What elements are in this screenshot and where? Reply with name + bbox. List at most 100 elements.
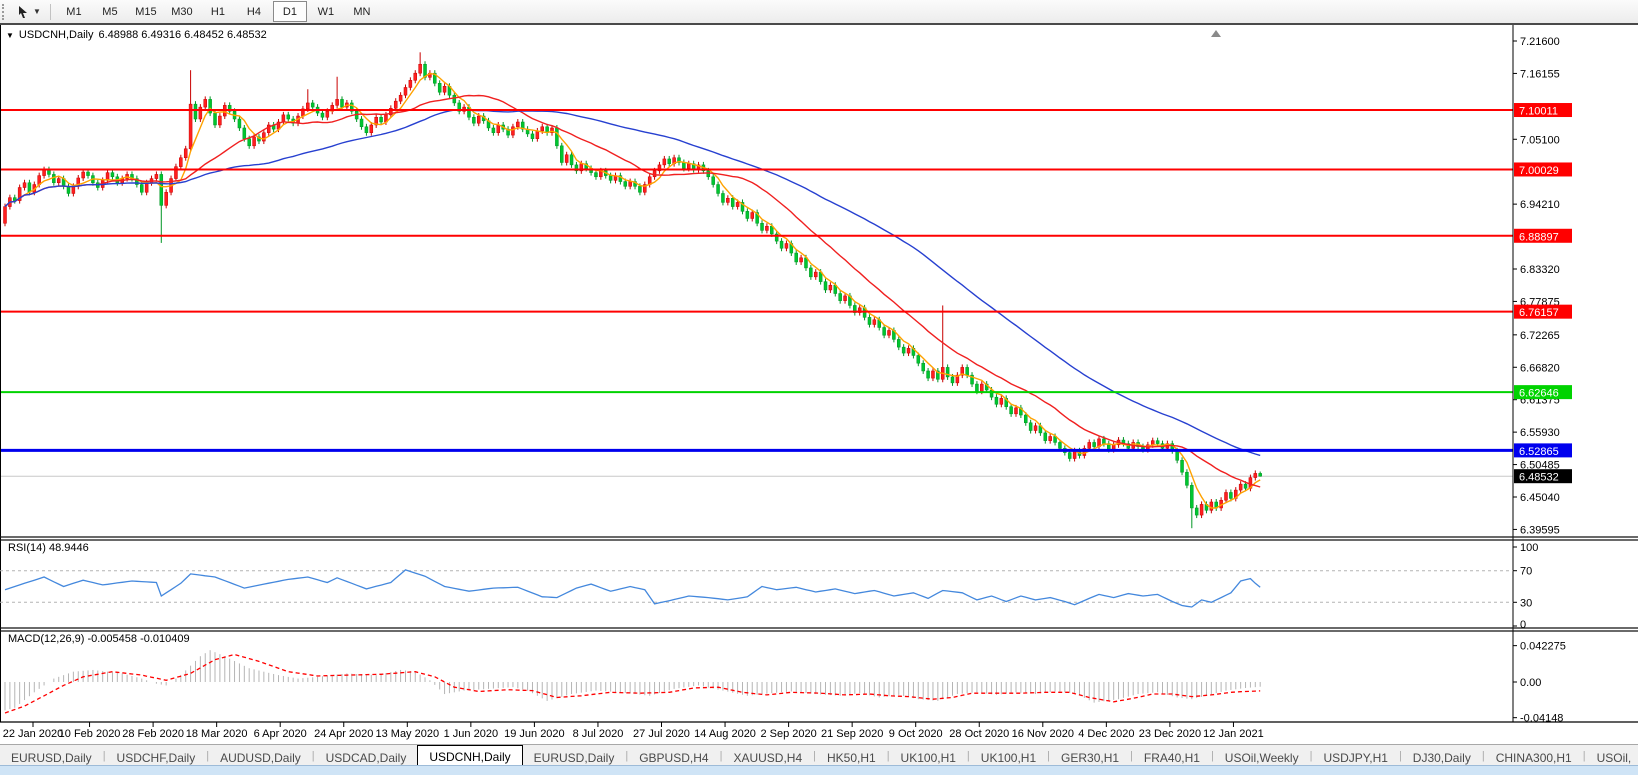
candle-body xyxy=(1102,439,1105,444)
candlestick xyxy=(995,394,998,407)
tab-dj30-daily[interactable]: DJ30,Daily xyxy=(1402,748,1482,766)
candlestick xyxy=(507,126,510,138)
timeframe-button-m15[interactable]: M15 xyxy=(129,1,163,22)
candlestick xyxy=(956,372,959,386)
candlestick xyxy=(179,155,182,170)
tab-eurusd-daily[interactable]: EURUSD,Daily xyxy=(0,748,103,766)
candle-body xyxy=(1049,436,1052,440)
candle-body xyxy=(1229,492,1232,498)
candle-body xyxy=(707,171,710,177)
timeframe-button-m30[interactable]: M30 xyxy=(165,1,199,22)
hline-price-tag-label: 6.76157 xyxy=(1519,307,1559,319)
tab-fra40-h1[interactable]: FRA40,H1 xyxy=(1133,748,1211,766)
candlestick xyxy=(643,182,646,196)
date-label: 28 Oct 2020 xyxy=(949,728,1009,740)
candlestick xyxy=(931,368,934,381)
date-label: 10 Feb 2020 xyxy=(59,728,121,740)
candle-body xyxy=(1034,426,1037,431)
ma-fast-line xyxy=(5,74,1260,508)
tab-hk50-h1[interactable]: HK50,H1 xyxy=(816,748,887,766)
candle-body xyxy=(917,355,920,363)
candle-body xyxy=(682,163,685,169)
timeframe-buttons: M1M5M15M30H1H4D1W1MN xyxy=(56,1,380,22)
tab-usoil-[interactable]: USOil, xyxy=(1586,748,1638,766)
candlestick xyxy=(375,114,378,128)
hline-price-tag-label: 6.62646 xyxy=(1519,388,1559,400)
tab-usdcnh-daily[interactable]: USDCNH,Daily xyxy=(417,745,522,766)
candles-layer xyxy=(4,52,1262,528)
candlestick xyxy=(443,83,446,95)
candle-body xyxy=(336,99,339,105)
candle-body xyxy=(536,131,539,139)
candlestick xyxy=(311,100,314,110)
tab-uk100-h1[interactable]: UK100,H1 xyxy=(890,748,967,766)
candle-body xyxy=(541,127,544,131)
candlestick xyxy=(1225,489,1228,503)
candle-body xyxy=(829,285,832,290)
tab-usdchf-daily[interactable]: USDCHF,Daily xyxy=(106,748,207,766)
candlestick xyxy=(614,173,617,184)
date-label: 16 Nov 2020 xyxy=(1012,728,1074,740)
tab-usdjpy-h1[interactable]: USDJPY,H1 xyxy=(1312,748,1398,766)
candlestick xyxy=(868,314,871,327)
candle-body xyxy=(990,390,993,397)
candle-body xyxy=(1210,502,1213,510)
candle-body xyxy=(453,95,456,103)
candlestick xyxy=(761,220,764,233)
candlestick xyxy=(526,126,529,137)
timeframe-button-m5[interactable]: M5 xyxy=(93,1,127,22)
candlestick xyxy=(1010,404,1013,417)
tab-gbpusd-h4[interactable]: GBPUSD,H4 xyxy=(628,748,719,766)
candle-body xyxy=(282,115,285,122)
chart-ohlc-values: 6.48988 6.49316 6.48452 6.48532 xyxy=(98,29,266,41)
timeframe-button-h1[interactable]: H1 xyxy=(201,1,235,22)
tab-xauusd-h4[interactable]: XAUUSD,H4 xyxy=(722,748,813,766)
candlestick xyxy=(511,124,514,138)
candle-body xyxy=(262,133,265,141)
chevron-down-icon[interactable]: ▼ xyxy=(33,7,45,16)
candlestick xyxy=(47,167,50,178)
timeframe-button-w1[interactable]: W1 xyxy=(309,1,343,22)
candle-body xyxy=(1244,484,1247,488)
candle-body xyxy=(184,149,187,158)
candlestick xyxy=(414,70,417,83)
timeframe-button-h4[interactable]: H4 xyxy=(237,1,271,22)
price-axis-label: 6.45040 xyxy=(1520,492,1560,504)
candlestick xyxy=(194,101,197,122)
chart-symbol: USDCNH,Daily xyxy=(19,29,94,41)
candlestick xyxy=(1034,423,1037,434)
timeframe-button-m1[interactable]: M1 xyxy=(57,1,91,22)
candlestick xyxy=(409,77,412,90)
candle-body xyxy=(1200,504,1203,515)
candlestick xyxy=(428,70,431,80)
candlestick xyxy=(1185,469,1188,488)
candlestick xyxy=(1083,445,1086,458)
candle-body xyxy=(370,125,373,133)
candlestick xyxy=(350,100,353,114)
timeframe-button-mn[interactable]: MN xyxy=(345,1,379,22)
candlestick xyxy=(23,180,26,191)
ma-mid-line xyxy=(5,96,1260,488)
tab-eurusd-daily[interactable]: EURUSD,Daily xyxy=(523,748,626,766)
candlestick xyxy=(575,162,578,174)
tab-audusd-daily[interactable]: AUDUSD,Daily xyxy=(209,748,312,766)
candlestick xyxy=(668,156,671,167)
candle-body xyxy=(609,176,612,181)
candle-body xyxy=(253,137,256,146)
chart-cursor-icon[interactable] xyxy=(13,3,33,21)
tab-uk100-h1[interactable]: UK100,H1 xyxy=(970,748,1047,766)
chevron-down-icon[interactable]: ▼ xyxy=(6,31,14,40)
toolbar-grip[interactable] xyxy=(2,4,9,20)
chart-shift-marker[interactable] xyxy=(1211,30,1221,37)
candlestick xyxy=(282,112,285,125)
tab-usdcad-daily[interactable]: USDCAD,Daily xyxy=(315,748,418,766)
price-axis-label: 7.21600 xyxy=(1520,36,1560,48)
timeframe-button-d1[interactable]: D1 xyxy=(273,1,307,22)
date-label: 14 Aug 2020 xyxy=(694,728,756,740)
candle-body xyxy=(888,330,891,335)
tab-china300-h1[interactable]: CHINA300,H1 xyxy=(1485,748,1583,766)
date-label: 2 Sep 2020 xyxy=(760,728,816,740)
tab-ger30-h1[interactable]: GER30,H1 xyxy=(1050,748,1130,766)
date-label: 1 Jun 2020 xyxy=(444,728,498,740)
tab-usoil-weekly[interactable]: USOil,Weekly xyxy=(1214,748,1310,766)
